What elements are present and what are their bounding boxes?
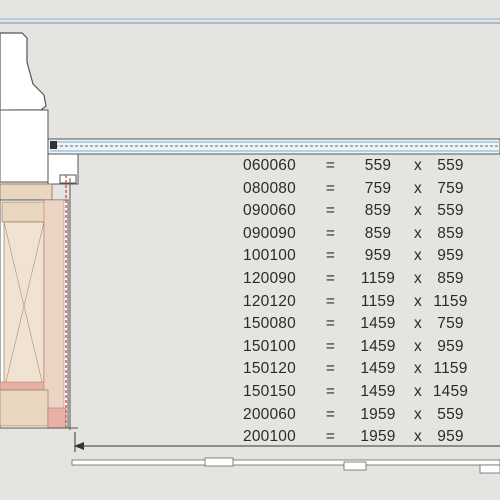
size-code: 150080 [243,315,296,333]
times-sign: x [414,405,422,423]
size-height: 859 [437,269,464,287]
size-width: 1459 [360,315,396,333]
size-height: 559 [437,202,464,220]
times-sign: x [414,202,422,220]
equals-sign: = [325,337,336,355]
size-height: 1159 [433,360,468,378]
size-row: 200100 = 1959 x 959 [243,426,473,449]
equals-sign: = [325,382,336,400]
times-sign: x [414,315,422,333]
size-height: 759 [437,315,464,333]
times-sign: x [414,269,422,287]
times-sign: x [414,224,422,242]
equals-sign: = [325,360,336,378]
size-row: 090090 = 859 x 859 [243,223,473,246]
size-row: 200060 = 1959 x 559 [243,404,473,427]
size-row: 060060 = 559 x 559 [243,155,473,178]
equals-sign: = [325,179,336,197]
size-width: 1459 [360,337,396,355]
size-height: 759 [437,179,464,197]
size-width: 1959 [360,405,396,423]
size-row: 090060 = 859 x 559 [243,200,473,223]
equals-sign: = [325,292,336,310]
times-sign: x [414,337,422,355]
equals-sign: = [325,202,336,220]
size-row: 120090 = 1159 x 859 [243,268,473,291]
size-height: 959 [437,337,464,355]
size-width: 859 [364,224,392,242]
equals-sign: = [325,269,336,287]
top-glazing-line [0,18,500,24]
size-row: 150150 = 1459 x 1459 [243,381,473,404]
equals-sign: = [325,224,336,242]
size-code: 120120 [243,292,296,310]
size-height: 959 [437,428,464,446]
size-row: 150080 = 1459 x 759 [243,313,473,336]
times-sign: x [414,360,422,378]
size-code: 060060 [243,157,296,174]
size-row: 100100 = 959 x 959 [243,245,473,268]
times-sign: x [414,247,422,265]
insulation-curb [0,175,78,430]
size-code: 150100 [243,337,296,355]
size-height: 1459 [432,382,469,400]
size-width: 759 [364,179,392,197]
size-table: 060060 = 559 x 559 080080 = 759 x 759 090060 = 859 x 5… [243,155,473,449]
size-row: 120120 = 1159 x 1159 [243,291,473,314]
size-code: 090060 [243,202,296,220]
equals-sign: = [325,247,336,265]
equals-sign: = [325,405,336,423]
size-row: 150120 = 1459 x 1159 [243,358,473,381]
size-code: 100100 [243,247,296,265]
equals-sign: = [325,315,336,333]
size-code: 120090 [243,269,296,287]
size-width: 1459 [360,382,396,400]
times-sign: x [414,179,422,197]
size-height: 559 [437,157,464,174]
times-sign: x [414,428,422,446]
times-sign: x [414,157,422,174]
equals-sign: = [325,157,336,174]
size-width: 1159 [360,269,396,287]
times-sign: x [414,382,422,400]
size-row: 150100 = 1459 x 959 [243,336,473,359]
glass-pane [47,138,500,155]
times-sign: x [414,292,422,310]
bottom-flashing [71,457,500,474]
size-code: 200060 [243,405,296,423]
size-row: 080080 = 759 x 759 [243,178,473,201]
size-height: 859 [437,224,464,242]
equals-sign: = [325,428,336,446]
size-height: 1159 [433,292,468,310]
size-height: 559 [437,405,464,423]
size-code: 080080 [243,179,296,197]
size-width: 1459 [360,360,396,378]
size-width: 1959 [360,428,396,446]
size-code: 150120 [243,360,296,378]
size-code: 200100 [243,428,296,446]
size-width: 559 [364,157,392,174]
size-width: 859 [364,202,392,220]
size-width: 1159 [360,292,396,310]
size-width: 959 [364,247,392,265]
size-code: 090090 [243,224,296,242]
size-code: 150150 [243,382,296,400]
size-height: 959 [437,247,464,265]
